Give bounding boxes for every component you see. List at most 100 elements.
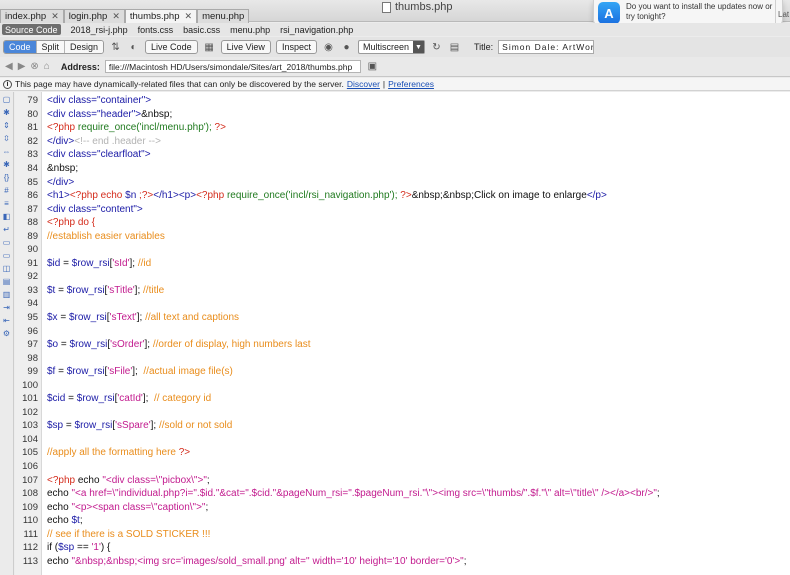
preview-icon[interactable]: ◉ xyxy=(322,41,335,54)
expand-all-icon[interactable]: ⇔ xyxy=(2,147,12,156)
visual-aids-icon[interactable]: ▣ xyxy=(366,60,379,73)
design-view-button[interactable]: Design xyxy=(65,41,104,53)
syntax-error-icon[interactable]: ◧ xyxy=(2,212,12,221)
related-file[interactable]: menu.php xyxy=(230,25,270,35)
tab-thumbs-php[interactable]: thumbs.php ✕ xyxy=(124,9,198,23)
code-line[interactable]: 110 echo $t; xyxy=(15,514,790,528)
move-css-icon[interactable]: ▥ xyxy=(2,290,12,299)
code-line[interactable]: 102 xyxy=(15,406,790,420)
code-token: ]; xyxy=(142,393,154,405)
wrap-tag-icon[interactable]: ◫ xyxy=(2,264,12,273)
code-line[interactable]: 97 $o = $row_rsi['sOrder']; //order of di… xyxy=(15,338,790,352)
code-line[interactable]: 109 echo "<p><span class=\"caption\">"; xyxy=(15,500,790,514)
related-file[interactable]: 2018_rsi-j.php xyxy=(71,25,128,35)
code-navigator-icon[interactable]: ▦ xyxy=(203,41,216,54)
code-line[interactable]: 81 <?php require_once('incl/menu.php'); ?… xyxy=(15,121,790,135)
live-code-button[interactable]: Live Code xyxy=(145,40,198,54)
notification-later-button[interactable]: Lat xyxy=(778,10,789,19)
related-file[interactable]: fonts.css xyxy=(138,25,174,35)
page-title-input[interactable]: Simon Dale: ArtWork xyxy=(498,40,595,54)
live-view-button[interactable]: Live View xyxy=(220,40,271,54)
code-line[interactable]: 112 if ($sp == '1') { xyxy=(15,541,790,555)
code-token: <?php echo xyxy=(69,190,126,202)
show-code-navigator-icon[interactable]: ✱ xyxy=(2,108,12,117)
line-numbers-icon[interactable]: # xyxy=(2,186,12,195)
code-line[interactable]: 92 xyxy=(15,270,790,284)
refresh-icon[interactable]: ↻ xyxy=(430,41,443,54)
code-line[interactable]: 106 xyxy=(15,460,790,474)
code-line[interactable]: 87 <div class="content"> xyxy=(15,202,790,216)
code-text: <h1><?php echo $n ;?></h1><p><?php requi… xyxy=(42,190,607,201)
close-icon[interactable]: ✕ xyxy=(185,11,193,22)
tab-menu-php[interactable]: menu.php xyxy=(197,9,250,23)
code-line[interactable]: 86 <h1><?php echo $n ;?></h1><p><?php req… xyxy=(15,189,790,203)
options-icon[interactable]: ▤ xyxy=(448,41,461,54)
code-line[interactable]: 89 //establish easier variables xyxy=(15,229,790,243)
code-line[interactable]: 98 xyxy=(15,351,790,365)
collapse-tag-icon[interactable]: ⇕ xyxy=(2,121,12,130)
code-token: //all text and captions xyxy=(145,312,240,324)
code-token: "<p><span class=\"caption\">" xyxy=(71,501,206,513)
collapse-selection-icon[interactable]: ⇳ xyxy=(2,134,12,143)
indent-code-icon[interactable]: ⇥ xyxy=(2,303,12,312)
highlight-invalid-icon[interactable]: ≡ xyxy=(2,199,12,208)
source-code-button[interactable]: Source Code xyxy=(2,24,61,35)
code-line[interactable]: 111 // see if there is a SOLD STICKER !!! xyxy=(15,528,790,542)
inspect-button[interactable]: Inspect xyxy=(275,40,317,54)
forward-icon[interactable]: ▶ xyxy=(18,61,26,72)
remove-comment-icon[interactable]: ▭ xyxy=(2,251,12,260)
home-icon[interactable]: ⌂ xyxy=(44,61,50,72)
code-line[interactable]: 100 xyxy=(15,378,790,392)
recent-snippets-icon[interactable]: ▤ xyxy=(2,277,12,286)
related-file[interactable]: basic.css xyxy=(183,25,220,35)
code-line[interactable]: 101 $cid = $row_rsi['catId']; // category… xyxy=(15,392,790,406)
outdent-code-icon[interactable]: ⇤ xyxy=(2,316,12,325)
code-line[interactable]: 94 xyxy=(15,297,790,311)
code-line[interactable]: 83 <div class="clearfloat"> xyxy=(15,148,790,162)
code-line[interactable]: 95 $x = $row_rsi['sText']; //all text and… xyxy=(15,311,790,325)
code-line[interactable]: 99 $f = $row_rsi['sFile']; //actual image… xyxy=(15,365,790,379)
code-line[interactable]: 80 <div class="header">&nbsp; xyxy=(15,108,790,122)
code-line[interactable]: 108 echo "<a href=\"individual.php?i=".$i… xyxy=(15,487,790,501)
code-line[interactable]: 82 </div><!-- end .header --> xyxy=(15,135,790,149)
multiscreen-dropdown[interactable]: Multiscreen ▼ xyxy=(357,40,425,54)
code-view-button[interactable]: Code xyxy=(4,41,37,53)
code-line[interactable]: 91 $id = $row_rsi['sId']; //id xyxy=(15,257,790,271)
code-line[interactable]: 79 <div class="container"> xyxy=(15,94,790,108)
code-line[interactable]: 96 xyxy=(15,324,790,338)
address-input[interactable]: file:///Macintosh HD/Users/simondale/Sit… xyxy=(104,60,361,73)
code-line[interactable]: 93 $t = $row_rsi['sTitle']; //title xyxy=(15,284,790,298)
code-editor[interactable]: 79 <div class="container"> 80 <div class="h… xyxy=(15,92,790,575)
code-line[interactable]: 85 </div> xyxy=(15,175,790,189)
format-source-icon[interactable]: ⚙ xyxy=(2,329,12,338)
split-view-button[interactable]: Split xyxy=(36,41,66,53)
preferences-link[interactable]: Preferences xyxy=(388,79,434,89)
open-documents-icon[interactable]: ▢ xyxy=(2,95,12,104)
select-parent-tag-icon[interactable]: ✱ xyxy=(2,160,12,169)
file-sync-icon[interactable]: ⇅ xyxy=(109,41,122,54)
balance-braces-icon[interactable]: {} xyxy=(2,173,12,182)
code-line[interactable]: 84 &nbsp; xyxy=(15,162,790,176)
code-line[interactable]: 104 xyxy=(15,433,790,447)
tab-login-php[interactable]: login.php ✕ xyxy=(63,9,125,23)
code-line[interactable]: 113 echo "&nbsp;&nbsp;<img src='images/so… xyxy=(15,555,790,569)
line-number: 99 xyxy=(27,366,38,378)
close-icon[interactable]: ✕ xyxy=(112,11,120,22)
related-file[interactable]: rsi_navigation.php xyxy=(280,25,353,35)
browser-check-icon[interactable]: ◐ xyxy=(127,41,140,54)
close-icon[interactable]: ✕ xyxy=(51,11,59,22)
word-wrap-icon[interactable]: ↵ xyxy=(2,225,12,234)
apply-comment-icon[interactable]: ▭ xyxy=(2,238,12,247)
code-line[interactable]: 107 <?php echo "<div class=\"picbox\">"; xyxy=(15,473,790,487)
back-icon[interactable]: ◀ xyxy=(5,61,13,72)
globe-icon[interactable]: ● xyxy=(340,41,353,54)
code-token: $n xyxy=(125,190,140,202)
code-line[interactable]: 103 $sp = $row_rsi['sSpare']; //sold or n… xyxy=(15,419,790,433)
tab-index-php[interactable]: index.php ✕ xyxy=(0,9,64,23)
code-line[interactable]: 90 xyxy=(15,243,790,257)
code-line[interactable]: 105 //apply all the formatting here ?> xyxy=(15,446,790,460)
code-token: 'catId' xyxy=(117,393,143,405)
discover-link[interactable]: Discover xyxy=(347,79,380,89)
stop-icon[interactable]: ⊗ xyxy=(30,61,38,72)
code-line[interactable]: 88 <?php do { xyxy=(15,216,790,230)
